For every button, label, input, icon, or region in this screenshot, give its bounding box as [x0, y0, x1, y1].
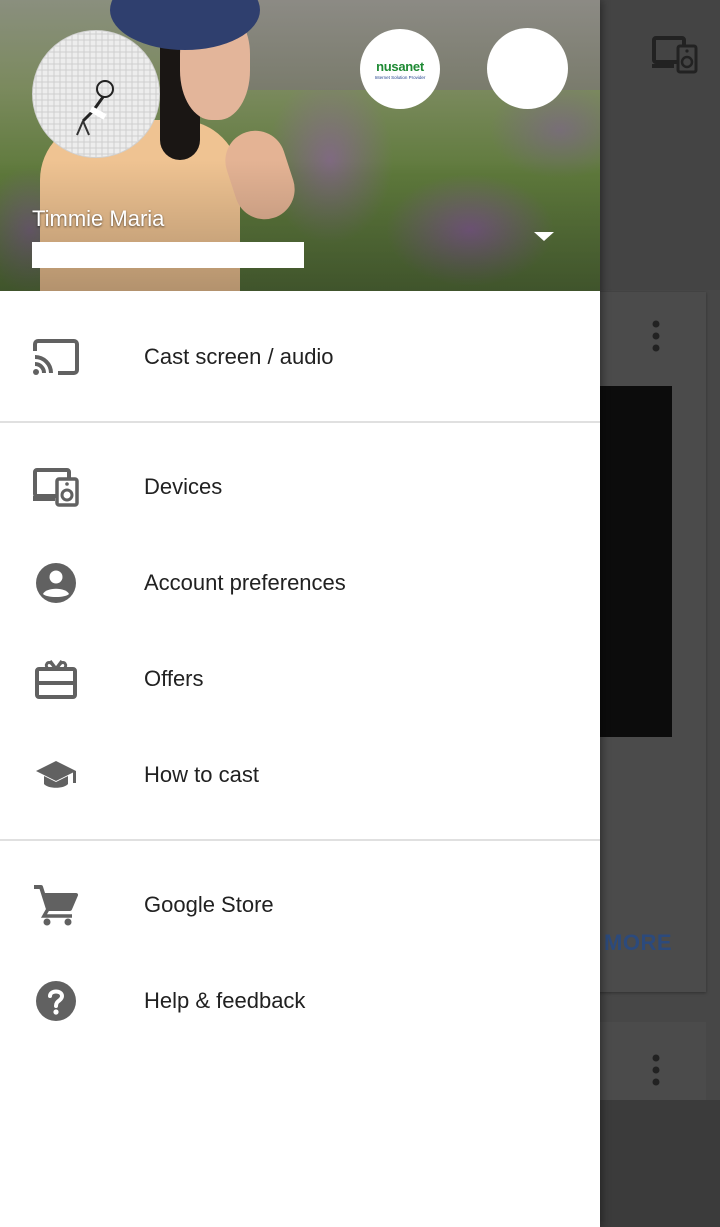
menu-item-label: Google Store	[144, 892, 274, 917]
overflow-menu-icon[interactable]	[640, 1052, 670, 1092]
devices-icon	[33, 468, 79, 507]
menu-item-label: How to cast	[144, 762, 259, 787]
menu-item-label: Devices	[144, 474, 223, 499]
menu-item-label: Help & feedback	[144, 988, 306, 1013]
menu-item-label: Offers	[144, 666, 204, 691]
gift-card-icon	[35, 659, 77, 699]
profile-photo	[33, 31, 159, 157]
divider	[0, 839, 600, 841]
school-icon	[36, 761, 76, 788]
menu-item-offers[interactable]: Offers	[0, 631, 600, 727]
menu-item-account-preferences[interactable]: Account preferences	[0, 535, 600, 631]
menu-item-label: Account preferences	[144, 570, 346, 595]
dropdown-arrow-icon[interactable]	[530, 226, 558, 246]
account-header: nusanet Internet Solution Provider Timmi…	[0, 0, 600, 291]
menu-item-devices[interactable]: Devices	[0, 439, 600, 535]
other-account-avatar[interactable]: nusanet Internet Solution Provider	[360, 29, 440, 109]
current-account-avatar[interactable]	[32, 30, 160, 158]
shopping-cart-icon	[34, 885, 78, 926]
account-circle-icon	[36, 563, 76, 603]
account-email-redacted	[32, 242, 304, 268]
menu-item-cast-screen[interactable]: Cast screen / audio	[0, 309, 600, 405]
devices-icon[interactable]	[652, 36, 698, 74]
menu-item-label: Cast screen / audio	[144, 344, 334, 369]
other-account-avatar[interactable]	[487, 28, 568, 109]
cast-icon	[33, 339, 79, 375]
other-account-brand-sub: Internet Solution Provider	[374, 74, 426, 80]
divider	[0, 421, 600, 423]
menu-item-how-to-cast[interactable]: How to cast	[0, 727, 600, 823]
menu-item-google-store[interactable]: Google Store	[0, 857, 600, 953]
other-account-brand: nusanet	[376, 58, 424, 74]
navigation-drawer: nusanet Internet Solution Provider Timmi…	[0, 0, 600, 1227]
more-button[interactable]: MORE	[604, 930, 672, 956]
menu-item-help-feedback[interactable]: Help & feedback	[0, 953, 600, 1049]
overflow-menu-icon[interactable]	[640, 318, 670, 358]
account-name: Timmie Maria	[32, 206, 165, 231]
help-icon	[36, 981, 76, 1021]
